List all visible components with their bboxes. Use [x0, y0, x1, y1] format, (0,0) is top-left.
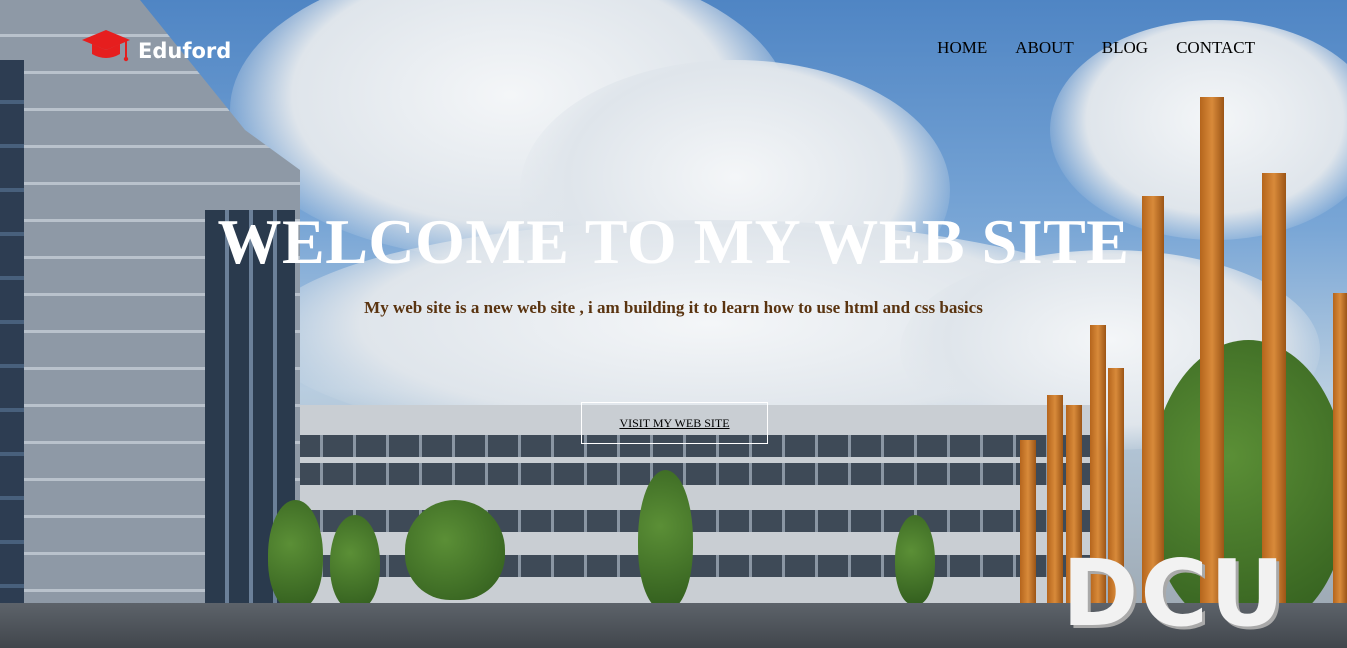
sculpture-pillar: [1333, 293, 1347, 638]
nav-blog[interactable]: BLOG: [1102, 38, 1148, 58]
brand-name: Eduford: [138, 38, 232, 63]
tree: [638, 470, 693, 610]
graduation-cap-icon: [80, 28, 132, 73]
tree: [895, 515, 935, 605]
site-logo[interactable]: Eduford: [80, 28, 231, 73]
dcu-sign: DCU: [1062, 540, 1287, 647]
visit-website-button[interactable]: VISIT MY WEB SITE: [581, 402, 768, 444]
tree: [405, 500, 505, 600]
nav-home[interactable]: HOME: [937, 38, 987, 58]
nav-contact[interactable]: CONTACT: [1176, 38, 1255, 58]
nav-about[interactable]: ABOUT: [1015, 38, 1074, 58]
hero-subtitle: My web site is a new web site , i am bui…: [364, 298, 983, 317]
hero-section: DCU Eduford HOME ABOUT BLOG CONTACT WELC…: [0, 0, 1347, 648]
tree: [268, 500, 323, 610]
hero-title: WELCOME TO MY WEB SITE: [217, 206, 1130, 277]
hero-background-image: DCU: [0, 0, 1347, 648]
tree: [330, 515, 380, 610]
main-nav: HOME ABOUT BLOG CONTACT: [937, 38, 1255, 58]
sculpture-pillar: [1047, 395, 1063, 638]
